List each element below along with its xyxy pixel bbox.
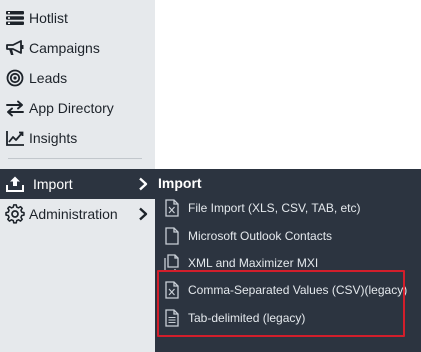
sidebar-item-label: Import bbox=[33, 176, 73, 192]
sidebar-item-administration[interactable]: Administration bbox=[0, 199, 155, 229]
menu-item-outlook-contacts[interactable]: Microsoft Outlook Contacts bbox=[163, 223, 413, 249]
excel-file-icon bbox=[163, 198, 181, 218]
flyout-title: Import bbox=[158, 175, 202, 191]
sidebar-item-import[interactable]: Import bbox=[0, 169, 155, 199]
chevron-right-icon bbox=[137, 206, 149, 222]
line-chart-icon bbox=[4, 127, 26, 149]
sidebar-item-app-directory[interactable]: App Directory bbox=[0, 93, 155, 123]
gear-icon bbox=[4, 203, 26, 225]
sidebar-item-hotlist[interactable]: Hotlist bbox=[0, 3, 155, 33]
blank-file-icon bbox=[163, 226, 181, 246]
menu-item-label: XML and Maximizer MXI bbox=[188, 256, 319, 270]
sidebar-item-label: Administration bbox=[29, 206, 118, 222]
sidebar-item-campaigns[interactable]: Campaigns bbox=[0, 33, 155, 63]
sidebar: Hotlist Campaigns Leads App Directory In… bbox=[0, 0, 155, 352]
sidebar-item-label: App Directory bbox=[29, 100, 114, 116]
sidebar-item-insights[interactable]: Insights bbox=[0, 123, 155, 153]
sidebar-item-label: Insights bbox=[29, 130, 78, 146]
sidebar-item-label: Campaigns bbox=[29, 40, 100, 56]
menu-item-label: Microsoft Outlook Contacts bbox=[188, 229, 333, 243]
megaphone-icon bbox=[4, 37, 26, 59]
exchange-arrows-icon bbox=[4, 97, 26, 119]
sidebar-item-label: Leads bbox=[29, 70, 68, 86]
hotlist-icon bbox=[4, 7, 26, 29]
menu-item-label: File Import (XLS, CSV, TAB, etc) bbox=[188, 201, 361, 215]
chevron-right-icon bbox=[137, 176, 149, 192]
target-icon bbox=[4, 67, 26, 89]
sidebar-item-label: Hotlist bbox=[29, 10, 68, 26]
sidebar-divider bbox=[8, 158, 142, 159]
highlight-box bbox=[157, 270, 405, 337]
upload-icon bbox=[4, 173, 26, 195]
menu-item-file-import[interactable]: File Import (XLS, CSV, TAB, etc) bbox=[163, 195, 413, 221]
sidebar-item-leads[interactable]: Leads bbox=[0, 63, 155, 93]
